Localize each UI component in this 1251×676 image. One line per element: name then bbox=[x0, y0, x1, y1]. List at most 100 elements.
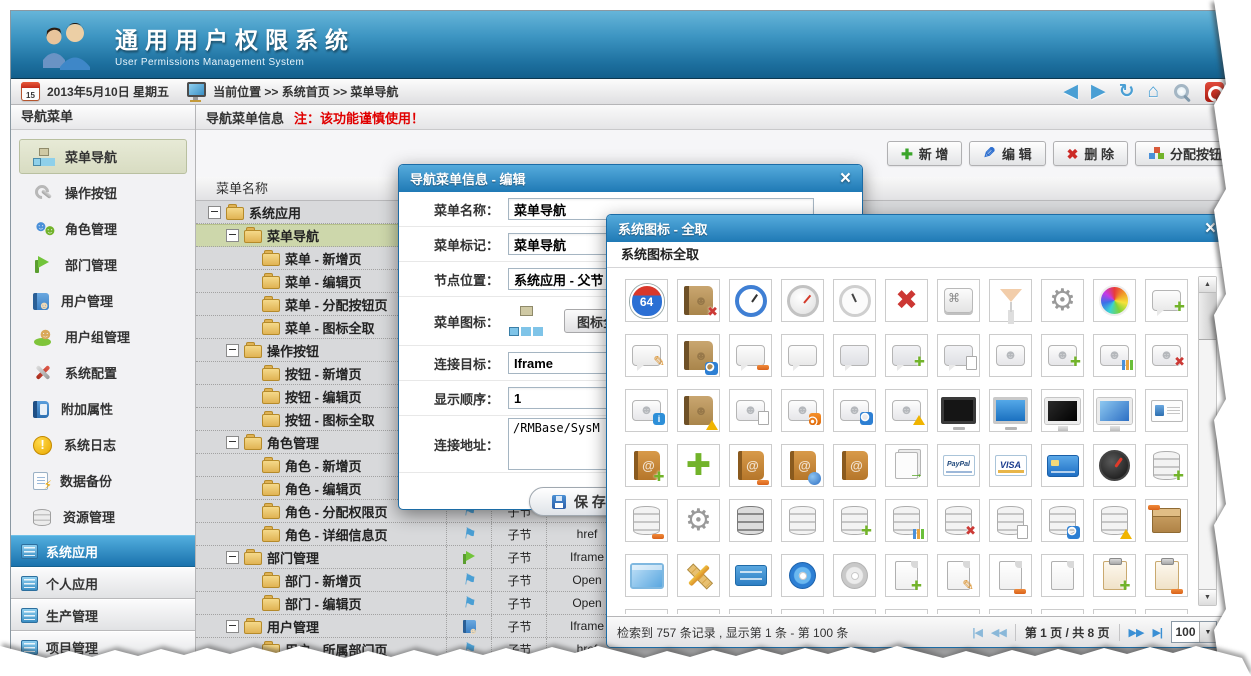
icon-cell[interactable] bbox=[625, 554, 668, 597]
icon-cell[interactable] bbox=[1041, 334, 1084, 377]
icon-cell[interactable] bbox=[1145, 554, 1188, 597]
icon-cell[interactable] bbox=[1093, 554, 1136, 597]
icon-cell[interactable] bbox=[833, 609, 876, 614]
icon-cell[interactable] bbox=[625, 279, 668, 322]
icon-cell[interactable] bbox=[781, 444, 824, 487]
icon-cell[interactable] bbox=[1093, 499, 1136, 542]
icon-cell[interactable] bbox=[885, 609, 928, 614]
icon-cell[interactable] bbox=[677, 609, 720, 614]
icon-cell[interactable] bbox=[937, 279, 980, 322]
prev-page-button[interactable]: ◀◀ bbox=[991, 626, 1006, 639]
icon-cell[interactable] bbox=[833, 334, 876, 377]
icon-cell[interactable] bbox=[625, 389, 668, 432]
nav-icon[interactable]: ▶ bbox=[1091, 82, 1106, 101]
icon-cell[interactable] bbox=[1145, 389, 1188, 432]
icon-cell[interactable] bbox=[833, 554, 876, 597]
icon-cell[interactable] bbox=[1145, 334, 1188, 377]
accordion-section[interactable]: 个人应用 bbox=[11, 567, 195, 599]
tree-collapse-toggle[interactable] bbox=[208, 206, 221, 219]
nav-icon[interactable]: ⌂ bbox=[1148, 82, 1159, 101]
accordion-section[interactable]: 项目管理 bbox=[11, 631, 195, 663]
icon-cell[interactable] bbox=[989, 444, 1032, 487]
sidebar-item[interactable]: 菜单导航 bbox=[19, 139, 187, 174]
sidebar-item[interactable]: 系统配置 bbox=[19, 355, 187, 390]
icon-cell[interactable] bbox=[1145, 279, 1188, 322]
icon-cell[interactable] bbox=[989, 609, 1032, 614]
icon-cell[interactable] bbox=[1145, 609, 1188, 614]
tree-collapse-toggle[interactable] bbox=[226, 551, 239, 564]
vertical-scrollbar[interactable]: ▲ ▼ bbox=[1198, 276, 1217, 606]
icon-cell[interactable] bbox=[1093, 389, 1136, 432]
sidebar-item[interactable]: 数据备份 bbox=[19, 463, 187, 498]
tree-collapse-toggle[interactable] bbox=[226, 620, 239, 633]
icon-cell[interactable] bbox=[625, 609, 668, 614]
icon-cell[interactable] bbox=[1093, 444, 1136, 487]
icon-cell[interactable] bbox=[677, 444, 720, 487]
icon-cell[interactable] bbox=[1145, 444, 1188, 487]
icon-cell[interactable] bbox=[1093, 279, 1136, 322]
icon-cell[interactable] bbox=[833, 499, 876, 542]
icon-cell[interactable] bbox=[781, 279, 824, 322]
sidebar-item[interactable]: 操作按钮 bbox=[19, 175, 187, 210]
sidebar-item[interactable]: 资源管理 bbox=[19, 499, 187, 534]
icon-cell[interactable] bbox=[833, 389, 876, 432]
icon-cell[interactable] bbox=[625, 444, 668, 487]
icon-cell[interactable] bbox=[729, 499, 772, 542]
icon-cell[interactable] bbox=[833, 444, 876, 487]
nav-icon[interactable] bbox=[1172, 82, 1192, 102]
nav-icon[interactable] bbox=[1205, 82, 1224, 102]
icon-cell[interactable] bbox=[677, 554, 720, 597]
icon-cell[interactable] bbox=[729, 334, 772, 377]
icon-cell[interactable] bbox=[989, 554, 1032, 597]
sidebar-item[interactable]: 角色管理 bbox=[19, 211, 187, 246]
icon-cell[interactable] bbox=[1093, 334, 1136, 377]
icon-cell[interactable] bbox=[885, 389, 928, 432]
scroll-up-icon[interactable]: ▲ bbox=[1199, 277, 1216, 293]
icon-cell[interactable] bbox=[885, 444, 928, 487]
action-button[interactable]: 分配按钮 bbox=[1135, 141, 1236, 166]
first-page-button[interactable]: |◀ bbox=[972, 626, 982, 639]
sidebar-item[interactable]: 附加属性 bbox=[19, 391, 187, 426]
tree-collapse-toggle[interactable] bbox=[226, 229, 239, 242]
action-button[interactable]: 新 增 bbox=[887, 141, 962, 166]
icon-cell[interactable] bbox=[989, 279, 1032, 322]
icon-cell[interactable] bbox=[937, 499, 980, 542]
icon-cell[interactable] bbox=[781, 554, 824, 597]
icon-cell[interactable] bbox=[781, 609, 824, 614]
next-page-button[interactable]: ▶▶ bbox=[1129, 626, 1144, 639]
icon-cell[interactable] bbox=[1041, 389, 1084, 432]
icon-cell[interactable] bbox=[833, 279, 876, 322]
icon-cell[interactable] bbox=[1041, 609, 1084, 614]
close-icon[interactable]: × bbox=[840, 169, 851, 188]
icon-cell[interactable] bbox=[625, 334, 668, 377]
icon-cell[interactable] bbox=[1041, 554, 1084, 597]
scrollbar-thumb[interactable] bbox=[1199, 293, 1216, 340]
icon-cell[interactable] bbox=[677, 389, 720, 432]
icon-cell[interactable] bbox=[625, 499, 668, 542]
icon-cell[interactable] bbox=[989, 499, 1032, 542]
icon-cell[interactable] bbox=[677, 499, 720, 542]
scroll-down-icon[interactable]: ▼ bbox=[1199, 589, 1216, 605]
action-button[interactable]: 编 辑 bbox=[969, 141, 1045, 166]
page-size-select[interactable]: 100 ▼ bbox=[1171, 621, 1217, 643]
icon-cell[interactable] bbox=[729, 279, 772, 322]
sidebar-item[interactable]: 部门管理 bbox=[19, 247, 187, 282]
icon-cell[interactable] bbox=[729, 444, 772, 487]
last-page-button[interactable]: ▶| bbox=[1152, 626, 1162, 639]
icon-cell[interactable] bbox=[989, 389, 1032, 432]
sidebar-item[interactable]: 用户管理 bbox=[19, 283, 187, 318]
sidebar-item[interactable]: 用户组管理 bbox=[19, 319, 187, 354]
sidebar-item[interactable]: 系统日志 bbox=[19, 427, 187, 462]
action-button[interactable]: 删 除 bbox=[1053, 141, 1128, 166]
icon-cell[interactable] bbox=[885, 554, 928, 597]
icon-cell[interactable] bbox=[989, 334, 1032, 377]
icon-cell[interactable] bbox=[937, 554, 980, 597]
icon-cell[interactable] bbox=[1041, 279, 1084, 322]
close-icon[interactable]: × bbox=[1205, 219, 1216, 238]
accordion-section[interactable]: 系统应用 bbox=[11, 535, 195, 567]
nav-icon[interactable]: ↻ bbox=[1119, 82, 1135, 101]
icon-cell[interactable] bbox=[677, 334, 720, 377]
icon-cell[interactable] bbox=[781, 334, 824, 377]
tree-collapse-toggle[interactable] bbox=[226, 436, 239, 449]
icon-cell[interactable] bbox=[937, 444, 980, 487]
